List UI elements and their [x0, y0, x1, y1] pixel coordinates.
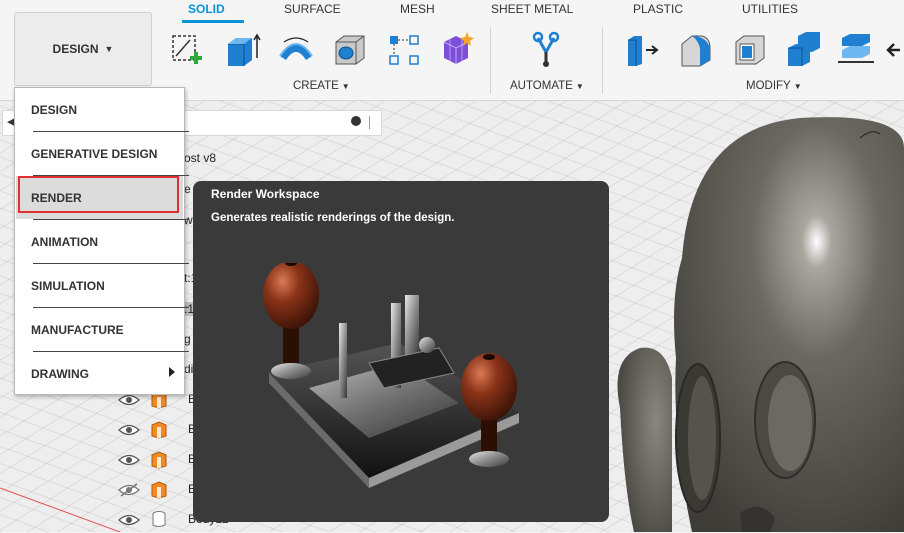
- shell-icon[interactable]: [730, 30, 770, 70]
- automate-group-label: AUTOMATE: [510, 80, 573, 92]
- create-group-menu[interactable]: CREATE ▼: [293, 80, 350, 92]
- browser-document-name[interactable]: ost v8: [184, 151, 216, 165]
- model-3d-body[interactable]: [610, 108, 904, 532]
- active-tab-indicator: [182, 20, 244, 23]
- browser-node-fragment[interactable]: di: [184, 362, 193, 376]
- tooltip-description: Generates realistic renderings of the de…: [211, 212, 455, 224]
- toolbar-separator: [602, 28, 603, 94]
- create-group-label: CREATE: [293, 80, 339, 92]
- menu-item-generative-design[interactable]: GENERATIVE DESIGN: [16, 132, 183, 175]
- visibility-eye-icon[interactable]: [118, 513, 140, 527]
- form-icon[interactable]: [436, 30, 476, 70]
- toolbar: DESIGN ▼ SOLID SURFACE MESH SHEET METAL …: [0, 0, 904, 101]
- tab-mesh[interactable]: MESH: [400, 2, 435, 16]
- browser-pin-icon[interactable]: [351, 116, 361, 126]
- menu-item-design[interactable]: DESIGN: [16, 88, 183, 131]
- submenu-arrow-icon: [169, 367, 175, 377]
- menu-item-label: ANIMATION: [31, 234, 99, 249]
- visibility-eye-icon[interactable]: [118, 393, 140, 407]
- browser-node-fragment[interactable]: e: [184, 182, 191, 196]
- router-plane-render-image: [263, 263, 519, 488]
- visibility-eye-icon[interactable]: [118, 423, 140, 437]
- menu-item-drawing[interactable]: DRAWING: [16, 352, 183, 395]
- tab-utilities[interactable]: UTILITIES: [742, 2, 798, 16]
- menu-item-label: MANUFACTURE: [31, 322, 124, 337]
- create-sketch-icon[interactable]: [166, 30, 206, 70]
- tab-surface[interactable]: SURFACE: [284, 2, 341, 16]
- body-icon: [150, 481, 168, 499]
- workspace-switcher-button[interactable]: DESIGN ▼: [14, 12, 152, 86]
- toolbar-separator: [490, 28, 491, 94]
- chevron-down-icon: ▼: [341, 82, 350, 91]
- automate-icon[interactable]: [526, 30, 566, 70]
- rectangular-pattern-icon[interactable]: [384, 30, 424, 70]
- menu-item-label: SIMULATION: [31, 278, 105, 293]
- visibility-eye-icon[interactable]: [118, 453, 140, 467]
- tab-solid[interactable]: SOLID: [188, 2, 225, 16]
- menu-item-manufacture[interactable]: MANUFACTURE: [16, 308, 183, 351]
- press-pull-icon[interactable]: [622, 30, 662, 70]
- hidden-eye-icon[interactable]: [118, 483, 140, 497]
- chevron-down-icon: ▼: [575, 82, 584, 91]
- menu-item-render[interactable]: RENDER: [16, 176, 183, 219]
- automate-group-menu[interactable]: AUTOMATE ▼: [510, 80, 584, 92]
- modify-group-label: MODIFY: [746, 80, 791, 92]
- menu-item-label: GENERATIVE DESIGN: [31, 146, 158, 161]
- menu-item-label: DESIGN: [31, 102, 78, 117]
- body-icon: [150, 510, 168, 528]
- menu-item-label: DRAWING: [31, 366, 89, 381]
- workspace-menu: DESIGN GENERATIVE DESIGN RENDER ANIMATIO…: [14, 87, 189, 395]
- menu-item-simulation[interactable]: SIMULATION: [16, 264, 183, 307]
- workspace-tooltip: Render Workspace Generates realistic ren…: [193, 181, 609, 522]
- extrude-icon[interactable]: [222, 30, 262, 70]
- tab-plastic[interactable]: PLASTIC: [633, 2, 683, 16]
- modify-group-menu[interactable]: MODIFY ▼: [746, 80, 802, 92]
- menu-item-label: RENDER: [31, 190, 82, 205]
- chevron-down-icon: ▼: [793, 82, 802, 91]
- menu-item-animation[interactable]: ANIMATION: [16, 220, 183, 263]
- chevron-down-icon: ▼: [104, 44, 114, 54]
- hole-icon[interactable]: [330, 30, 370, 70]
- browser-header-divider: [369, 116, 370, 129]
- body-icon: [150, 421, 168, 439]
- revolve-icon[interactable]: [276, 30, 316, 70]
- align-icon[interactable]: [836, 30, 876, 70]
- combine-icon[interactable]: [784, 30, 824, 70]
- body-icon: [150, 451, 168, 469]
- move-icon[interactable]: [886, 30, 904, 70]
- tab-sheet-metal[interactable]: SHEET METAL: [491, 2, 573, 16]
- origin-axis-line: [0, 487, 120, 532]
- tooltip-title: Render Workspace: [211, 187, 320, 201]
- browser-node-fragment[interactable]: g: [184, 332, 191, 346]
- workspace-switcher-label: DESIGN: [52, 42, 99, 56]
- fillet-icon[interactable]: [676, 30, 716, 70]
